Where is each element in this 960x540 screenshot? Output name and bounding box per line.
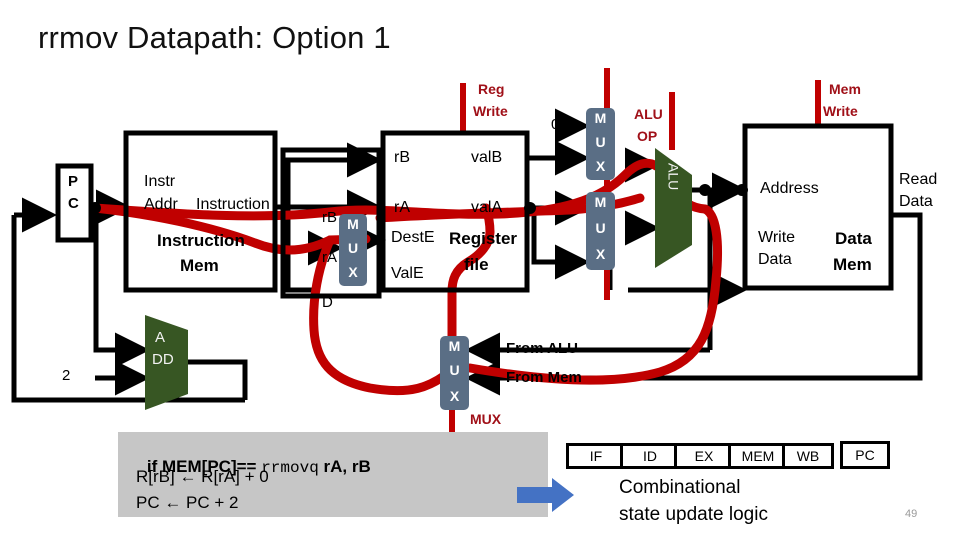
footer-line-2: state update logic — [619, 504, 768, 525]
footer-line-1: Combinational — [619, 477, 741, 498]
slide-canvas: rrmov Datapath: Option 1 P C Instr Addr … — [0, 0, 960, 540]
blue-arrow-icon — [517, 478, 574, 512]
page-number: 49 — [905, 508, 918, 520]
